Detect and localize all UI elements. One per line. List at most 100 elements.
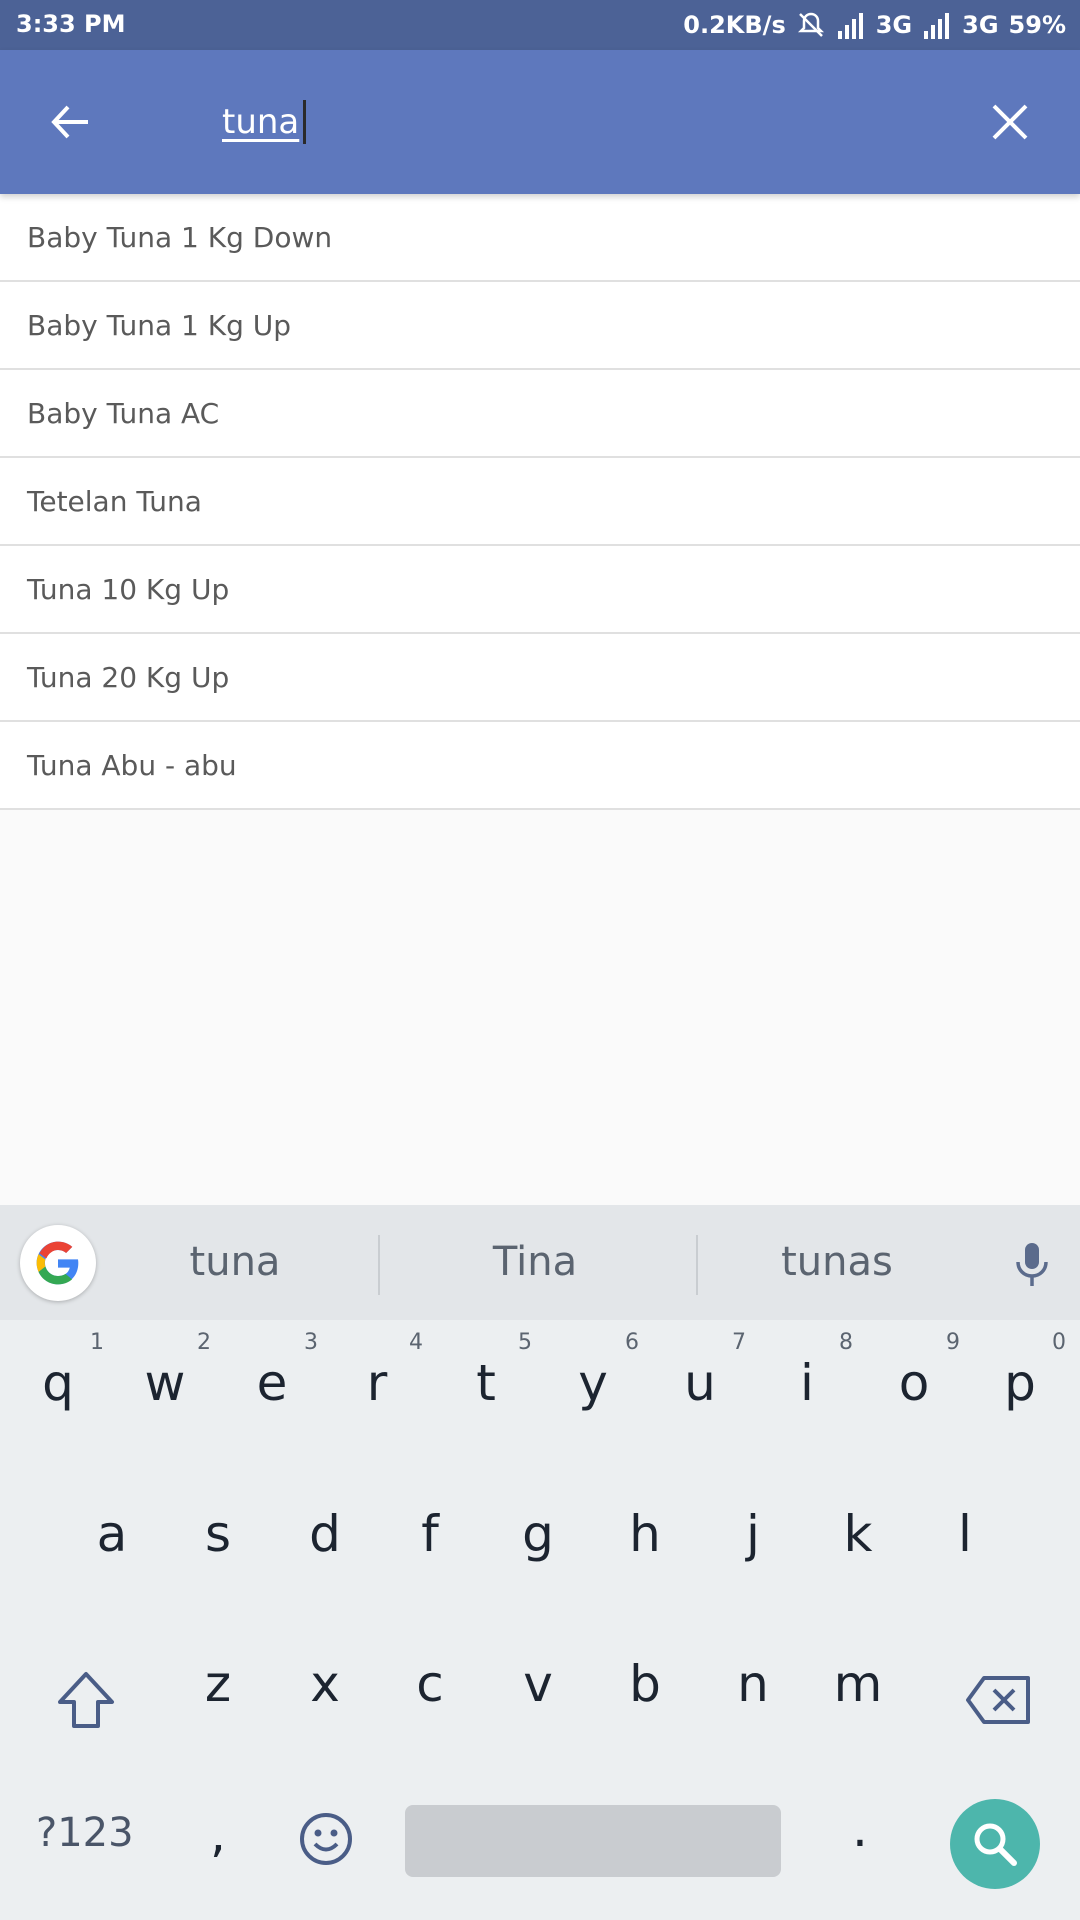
result-item[interactable]: Baby Tuna 1 Kg Down bbox=[0, 194, 1080, 282]
key-label: k bbox=[843, 1505, 873, 1563]
shift-arrow-icon bbox=[58, 1672, 114, 1728]
key-w[interactable]: 2w bbox=[115, 1320, 215, 1430]
signal-icon bbox=[922, 11, 952, 39]
suggestion-bar: tuna Tina tunas bbox=[0, 1205, 1080, 1320]
suggestion-divider bbox=[378, 1235, 380, 1295]
google-icon[interactable] bbox=[20, 1225, 96, 1301]
key-x[interactable]: x bbox=[275, 1655, 375, 1765]
key-label: s bbox=[204, 1505, 232, 1563]
search-icon bbox=[974, 1823, 1017, 1866]
key-f[interactable]: f bbox=[380, 1505, 480, 1615]
key-label: t bbox=[476, 1354, 496, 1412]
key-label: z bbox=[204, 1655, 232, 1713]
key-label: x bbox=[310, 1655, 340, 1713]
mute-bell-icon bbox=[796, 10, 826, 40]
battery-level: 59% bbox=[1008, 11, 1066, 39]
key-e[interactable]: 3e bbox=[222, 1320, 322, 1430]
suggestion-2[interactable]: Tina bbox=[420, 1229, 650, 1295]
suggestion-3[interactable]: tunas bbox=[722, 1229, 952, 1295]
key-label: , bbox=[210, 1805, 226, 1863]
back-button[interactable] bbox=[42, 94, 98, 150]
key-label: o bbox=[898, 1354, 930, 1412]
result-item[interactable]: Baby Tuna AC bbox=[0, 370, 1080, 458]
net-speed: 0.2KB/s bbox=[683, 11, 786, 39]
key-c[interactable]: c bbox=[380, 1655, 480, 1765]
key-label: g bbox=[522, 1505, 554, 1563]
key-label: f bbox=[421, 1505, 439, 1563]
key-label: r bbox=[366, 1354, 388, 1412]
key-label: a bbox=[96, 1505, 128, 1563]
emoji-key[interactable] bbox=[276, 1805, 376, 1885]
key-label: i bbox=[800, 1354, 814, 1412]
key-label: e bbox=[256, 1354, 288, 1412]
key-s[interactable]: s bbox=[168, 1505, 268, 1615]
key-hint: 3 bbox=[304, 1330, 318, 1355]
space-bar[interactable] bbox=[405, 1805, 781, 1877]
key-d[interactable]: d bbox=[275, 1505, 375, 1615]
result-item[interactable]: Tuna 10 Kg Up bbox=[0, 546, 1080, 634]
key-a[interactable]: a bbox=[62, 1505, 162, 1615]
status-indicators: 0.2KB/s 3G 3G 59% bbox=[683, 8, 1066, 42]
key-hint: 4 bbox=[409, 1330, 423, 1355]
key-label: m bbox=[833, 1655, 883, 1713]
key-y[interactable]: 6y bbox=[543, 1320, 643, 1430]
key-hint: 6 bbox=[625, 1330, 639, 1355]
key-r[interactable]: 4r bbox=[327, 1320, 427, 1430]
clear-search-button[interactable] bbox=[982, 94, 1038, 150]
backspace-key[interactable] bbox=[950, 1660, 1050, 1740]
key-j[interactable]: j bbox=[703, 1505, 803, 1615]
key-label: n bbox=[737, 1655, 769, 1713]
text-caret bbox=[303, 100, 306, 144]
key-p[interactable]: 0p bbox=[970, 1320, 1070, 1430]
result-item[interactable]: Tuna 20 Kg Up bbox=[0, 634, 1080, 722]
backspace-icon bbox=[966, 1676, 1030, 1724]
key-i[interactable]: 8i bbox=[757, 1320, 857, 1430]
key-o[interactable]: 9o bbox=[864, 1320, 964, 1430]
key-b[interactable]: b bbox=[595, 1655, 695, 1765]
suggestion-1[interactable]: tuna bbox=[120, 1229, 350, 1295]
key-hint: 1 bbox=[90, 1330, 104, 1355]
key-hint: 0 bbox=[1052, 1330, 1066, 1355]
arrow-back-icon bbox=[51, 105, 88, 139]
key-label: q bbox=[42, 1354, 74, 1412]
key-l[interactable]: l bbox=[915, 1505, 1015, 1615]
key-n[interactable]: n bbox=[703, 1655, 803, 1765]
symbols-key[interactable]: ?123 bbox=[36, 1810, 134, 1856]
emoji-icon bbox=[300, 1813, 352, 1865]
key-z[interactable]: z bbox=[168, 1655, 268, 1765]
search-action-key[interactable] bbox=[950, 1799, 1040, 1889]
key-label: v bbox=[523, 1655, 553, 1713]
key-label: y bbox=[578, 1354, 608, 1412]
key-label: u bbox=[684, 1354, 716, 1412]
microphone-icon[interactable] bbox=[1004, 1235, 1060, 1295]
key-hint: 5 bbox=[518, 1330, 532, 1355]
key-k[interactable]: k bbox=[808, 1505, 908, 1615]
status-time: 3:33 PM bbox=[16, 10, 126, 38]
key-label: l bbox=[958, 1505, 972, 1563]
key-label: b bbox=[629, 1655, 661, 1713]
search-input[interactable]: tuna bbox=[222, 92, 299, 152]
key-label: . bbox=[852, 1800, 868, 1858]
search-results-list: Baby Tuna 1 Kg Down Baby Tuna 1 Kg Up Ba… bbox=[0, 194, 1080, 810]
status-bar: 3:33 PM 0.2KB/s 3G 3G 59% bbox=[0, 0, 1080, 50]
key-hint: 7 bbox=[732, 1330, 746, 1355]
key-v[interactable]: v bbox=[488, 1655, 588, 1765]
key-g[interactable]: g bbox=[488, 1505, 588, 1615]
key-m[interactable]: m bbox=[808, 1655, 908, 1765]
result-item[interactable]: Tuna Abu - abu bbox=[0, 722, 1080, 810]
period-key[interactable]: . bbox=[810, 1800, 910, 1880]
key-t[interactable]: 5t bbox=[436, 1320, 536, 1430]
key-hint: 8 bbox=[839, 1330, 853, 1355]
key-h[interactable]: h bbox=[595, 1505, 695, 1615]
key-q[interactable]: 1q bbox=[8, 1320, 108, 1430]
comma-key[interactable]: , bbox=[168, 1805, 268, 1885]
result-item[interactable]: Tetelan Tuna bbox=[0, 458, 1080, 546]
key-label: c bbox=[416, 1655, 444, 1713]
close-icon bbox=[992, 104, 1028, 140]
result-item[interactable]: Baby Tuna 1 Kg Up bbox=[0, 282, 1080, 370]
key-u[interactable]: 7u bbox=[650, 1320, 750, 1430]
shift-key[interactable] bbox=[36, 1660, 136, 1740]
network-type-1: 3G bbox=[875, 11, 913, 39]
key-hint: 2 bbox=[197, 1330, 211, 1355]
key-label: h bbox=[629, 1505, 661, 1563]
